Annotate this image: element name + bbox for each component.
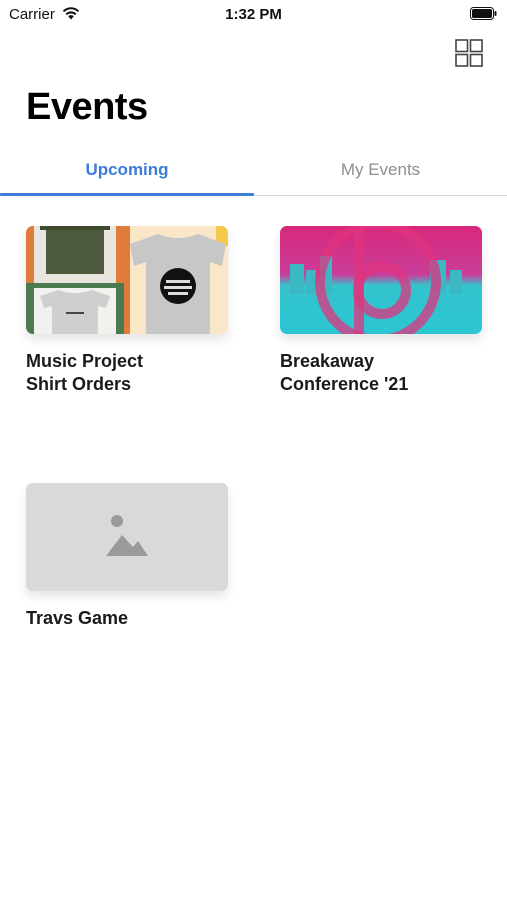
event-thumbnail — [280, 226, 482, 334]
event-thumbnail — [26, 226, 228, 334]
event-title: Travs Game — [26, 608, 129, 628]
tab-bar: Upcoming My Events — [0, 152, 507, 196]
event-card-breakaway-conference[interactable]: Breakaway Conference '21 — [280, 226, 482, 396]
event-title: Music Project Shirt Orders — [26, 351, 144, 394]
event-title: Breakaway Conference '21 — [280, 351, 409, 394]
clock: 1:32 PM — [225, 6, 282, 23]
event-thumbnail — [26, 483, 228, 591]
tab-my-events[interactable]: My Events — [254, 152, 507, 194]
conference-logo-image — [280, 226, 482, 334]
shirts-collage-image — [26, 226, 228, 334]
placeholder-image-icon — [26, 483, 228, 591]
event-card-music-project[interactable]: Music Project Shirt Orders — [26, 226, 228, 396]
battery-icon — [470, 7, 497, 20]
status-bar: Carrier 1:32 PM — [0, 0, 507, 28]
active-tab-indicator — [0, 193, 254, 196]
tab-upcoming[interactable]: Upcoming — [0, 152, 254, 194]
grid-view-icon[interactable] — [455, 39, 483, 67]
page-title: Events — [26, 86, 148, 128]
event-card-travs-game[interactable]: Travs Game — [26, 483, 228, 630]
